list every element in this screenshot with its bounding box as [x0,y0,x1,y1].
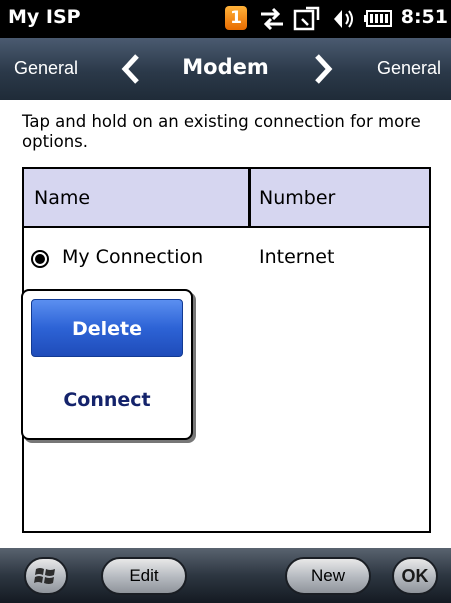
windows-logo-icon [34,565,58,599]
battery-icon[interactable] [364,9,394,33]
connectivity-arrows-icon[interactable] [257,5,287,37]
connection-number: Internet [259,246,335,268]
table-row[interactable]: My Connection Internet [24,227,429,287]
column-header-number[interactable]: Number [259,187,335,209]
status-bar: My ISP 1 8:51 [0,0,451,38]
next-tab-label[interactable]: General [377,58,441,79]
bottom-bar: Edit New OK [0,548,451,603]
volume-icon[interactable] [328,5,358,37]
table-header: Name Number [24,169,429,228]
app-title: My ISP [8,6,81,28]
delete-menu-item[interactable]: Delete [31,299,183,357]
chevron-right-icon[interactable] [311,53,335,89]
instruction-text: Tap and hold on an existing connection f… [22,112,421,151]
context-menu: Delete Connect [21,289,193,440]
header-nav: General Modem General [0,38,451,100]
ok-button[interactable]: OK [392,557,438,595]
sync-icon[interactable] [292,5,322,37]
new-button[interactable]: New [285,557,371,595]
connection-name: My Connection [62,246,204,268]
column-header-name[interactable]: Name [34,187,90,209]
notification-badge-icon[interactable]: 1 [225,6,247,30]
clock[interactable]: 8:51 [401,6,448,28]
column-divider [248,169,251,226]
connect-menu-item[interactable]: Connect [31,371,183,429]
edit-button[interactable]: Edit [101,557,187,595]
start-button[interactable] [24,557,68,595]
radio-selected-icon[interactable] [31,250,49,268]
